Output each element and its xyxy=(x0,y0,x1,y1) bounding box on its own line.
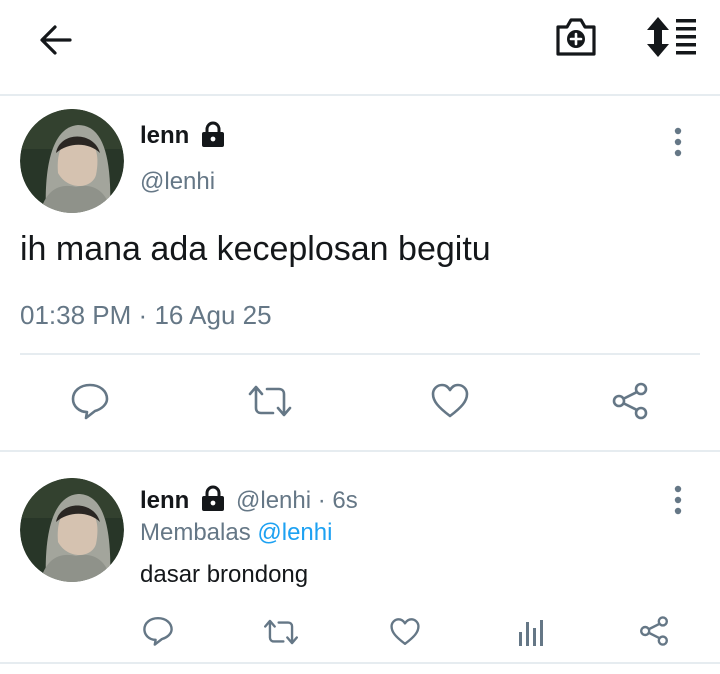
reply-icon[interactable] xyxy=(70,381,110,421)
section-divider xyxy=(0,662,720,664)
more-vertical-icon[interactable] xyxy=(670,126,686,158)
replying-to-link[interactable]: @lenhi xyxy=(257,519,332,546)
tweet-timestamp: 01:38 PM · 16 Agu 25 xyxy=(20,300,272,331)
main-tweet: lenn @lenhi ih mana ada keceplosan begit… xyxy=(0,96,720,450)
user-handle[interactable]: @lenhi xyxy=(140,168,215,196)
analytics-icon[interactable] xyxy=(516,616,546,648)
replying-prefix: Membalas xyxy=(140,519,251,546)
avatar[interactable] xyxy=(20,478,124,582)
timestamp-separator: · xyxy=(138,300,148,330)
tweet-age: · 6s xyxy=(317,487,358,514)
lock-icon xyxy=(202,121,224,147)
sort-list-icon[interactable] xyxy=(646,16,698,58)
more-vertical-icon[interactable] xyxy=(670,484,686,516)
replying-to: Membalas @lenhi xyxy=(140,519,332,547)
retweet-icon[interactable] xyxy=(262,617,300,647)
display-name[interactable]: lenn xyxy=(140,122,189,150)
tweet-time: 01:38 PM xyxy=(20,300,132,330)
share-icon[interactable] xyxy=(638,615,670,647)
tweet-text: ih mana ada keceplosan begitu xyxy=(20,230,491,268)
top-app-bar xyxy=(0,0,720,96)
share-icon[interactable] xyxy=(610,381,650,421)
reply-icon[interactable] xyxy=(142,615,174,647)
avatar[interactable] xyxy=(20,109,124,213)
arrow-left-icon[interactable] xyxy=(36,20,76,60)
reply-tweet[interactable]: lenn @lenhi · 6s Membalas @lenhi dasar b… xyxy=(0,452,720,662)
user-handle-and-age: @lenhi · 6s xyxy=(236,487,358,515)
retweet-icon[interactable] xyxy=(246,382,294,420)
tweet-date: 16 Agu 25 xyxy=(154,300,272,330)
lock-icon xyxy=(202,485,224,511)
like-icon[interactable] xyxy=(430,382,470,420)
like-icon[interactable] xyxy=(389,617,421,647)
user-handle[interactable]: @lenhi xyxy=(236,487,311,514)
camera-add-icon[interactable] xyxy=(554,14,598,58)
display-name[interactable]: lenn xyxy=(140,487,189,515)
tweet-text: dasar brondong xyxy=(140,561,309,588)
divider xyxy=(20,353,700,355)
